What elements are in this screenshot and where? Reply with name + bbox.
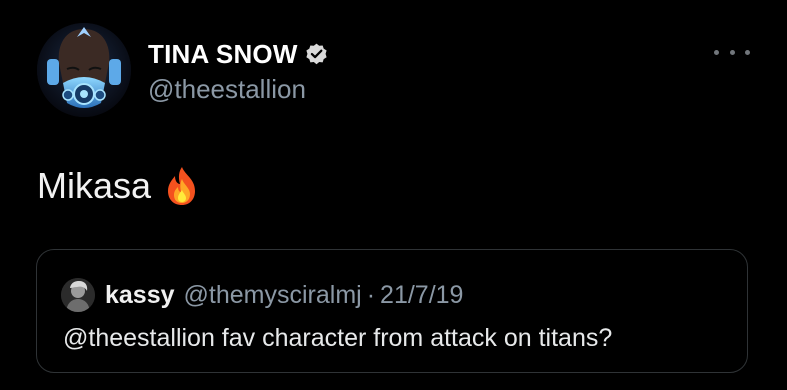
quoted-tweet-date[interactable]: 21/7/19 bbox=[380, 281, 463, 310]
tweet-text-content: Mikasa bbox=[37, 165, 152, 206]
quoted-author-handle[interactable]: @themysciralmj bbox=[184, 281, 362, 310]
quoted-tweet-text: @theestallion fav character from attack … bbox=[63, 324, 613, 352]
author-handle[interactable]: @theestallion bbox=[148, 74, 306, 105]
avatar[interactable] bbox=[37, 23, 131, 117]
author-display-name[interactable]: TINA SNOW bbox=[148, 39, 298, 70]
more-options-icon[interactable] bbox=[714, 44, 750, 60]
quoted-author-avatar[interactable] bbox=[61, 278, 95, 312]
dot-icon bbox=[745, 49, 750, 55]
quoted-tweet[interactable]: kassy @themysciralmj · 21/7/19 @theestal… bbox=[36, 249, 748, 373]
tweet-card: TINA SNOW @theestallion Mikasa kassy @th… bbox=[0, 0, 787, 390]
tweet-text: Mikasa bbox=[37, 165, 201, 207]
quoted-tweet-header: kassy @themysciralmj · 21/7/19 bbox=[61, 278, 463, 312]
quoted-author-name[interactable]: kassy bbox=[105, 281, 175, 310]
dot-icon bbox=[729, 49, 735, 55]
author-name-row[interactable]: TINA SNOW bbox=[148, 38, 329, 70]
dot-icon bbox=[714, 49, 719, 55]
separator-dot: · bbox=[366, 280, 376, 309]
verified-badge-icon bbox=[304, 42, 329, 67]
fire-icon bbox=[163, 165, 201, 207]
